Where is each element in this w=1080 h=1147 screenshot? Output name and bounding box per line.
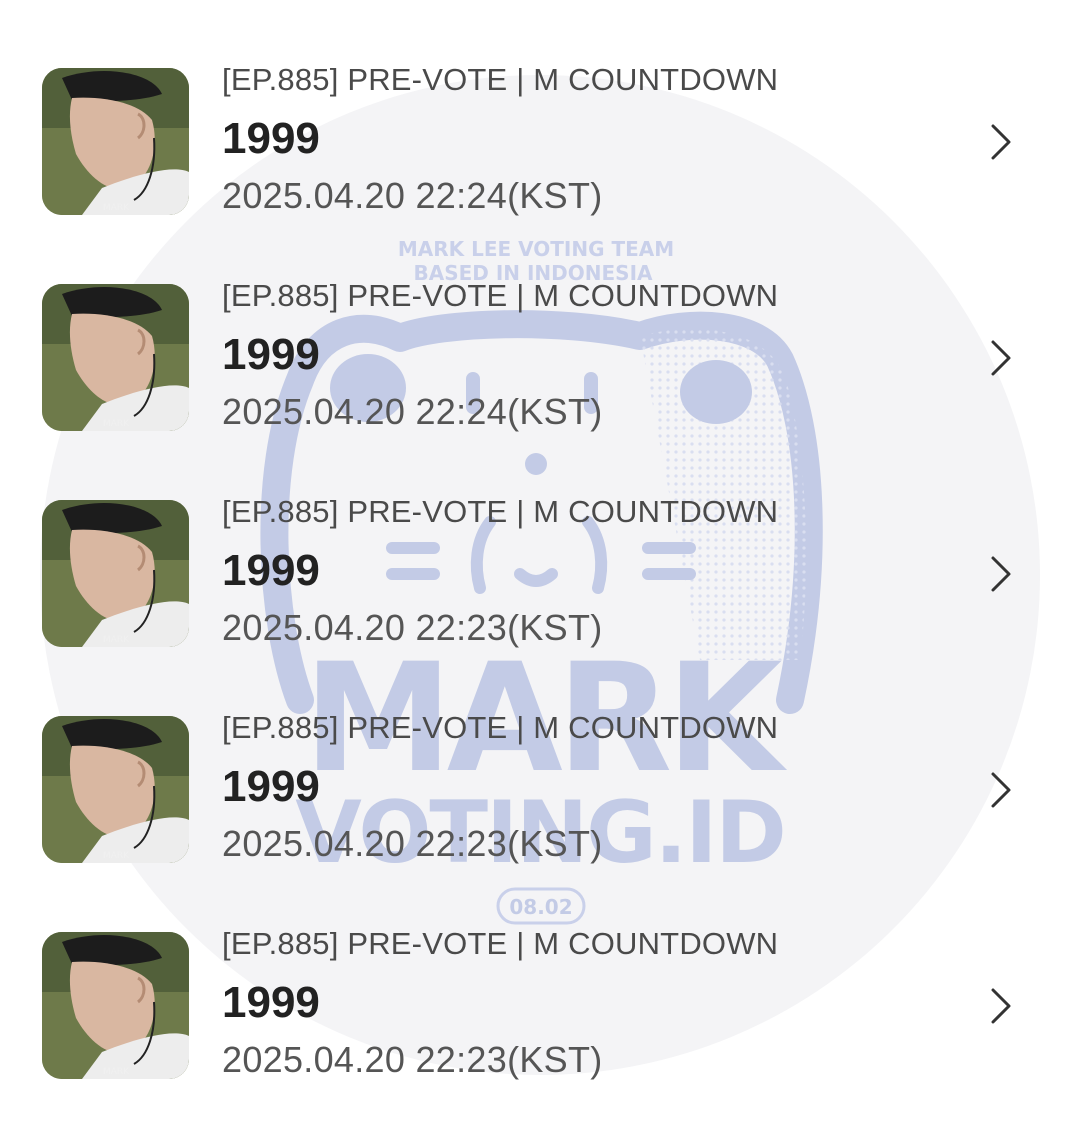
list-item[interactable]: MARK [EP.885] PRE-VOTE | M COUNTDOWN 199… xyxy=(0,694,1080,910)
list-item[interactable]: MARK [EP.885] PRE-VOTE | M COUNTDOWN 199… xyxy=(0,262,1080,478)
vote-timestamp: 2025.04.20 22:23(KST) xyxy=(222,1039,603,1080)
thumbnail-caption: MARK xyxy=(103,419,130,429)
vote-timestamp: 2025.04.20 22:24(KST) xyxy=(222,175,603,216)
list-item[interactable]: MARK [EP.885] PRE-VOTE | M COUNTDOWN 199… xyxy=(0,46,1080,262)
vote-timestamp: 2025.04.20 22:24(KST) xyxy=(222,391,603,432)
vote-timestamp: 2025.04.20 22:23(KST) xyxy=(222,607,603,648)
artist-thumbnail: MARK xyxy=(42,716,189,863)
song-title: 1999 xyxy=(222,762,320,811)
song-title: 1999 xyxy=(222,546,320,595)
episode-title: [EP.885] PRE-VOTE | M COUNTDOWN xyxy=(222,926,779,961)
vote-timestamp: 2025.04.20 22:23(KST) xyxy=(222,823,603,864)
song-title: 1999 xyxy=(222,114,320,163)
song-title: 1999 xyxy=(222,330,320,379)
chevron-right-icon[interactable] xyxy=(988,770,1014,810)
artist-thumbnail: MARK xyxy=(42,68,189,215)
thumbnail-caption: MARK xyxy=(103,635,130,645)
episode-title: [EP.885] PRE-VOTE | M COUNTDOWN xyxy=(222,494,779,529)
episode-title: [EP.885] PRE-VOTE | M COUNTDOWN xyxy=(222,62,779,97)
artist-thumbnail: MARK xyxy=(42,500,189,647)
chevron-right-icon[interactable] xyxy=(988,986,1014,1026)
thumbnail-caption: MARK xyxy=(103,851,130,861)
list-item[interactable]: MARK [EP.885] PRE-VOTE | M COUNTDOWN 199… xyxy=(0,478,1080,694)
chevron-right-icon[interactable] xyxy=(988,338,1014,378)
song-title: 1999 xyxy=(222,978,320,1027)
chevron-right-icon[interactable] xyxy=(988,554,1014,594)
episode-title: [EP.885] PRE-VOTE | M COUNTDOWN xyxy=(222,710,779,745)
thumbnail-caption: MARK xyxy=(103,203,130,213)
thumbnail-caption: MARK xyxy=(103,1067,130,1077)
artist-thumbnail: MARK xyxy=(42,932,189,1079)
chevron-right-icon[interactable] xyxy=(988,122,1014,162)
list-item[interactable]: MARK [EP.885] PRE-VOTE | M COUNTDOWN 199… xyxy=(0,910,1080,1126)
episode-title: [EP.885] PRE-VOTE | M COUNTDOWN xyxy=(222,278,779,313)
artist-thumbnail: MARK xyxy=(42,284,189,431)
